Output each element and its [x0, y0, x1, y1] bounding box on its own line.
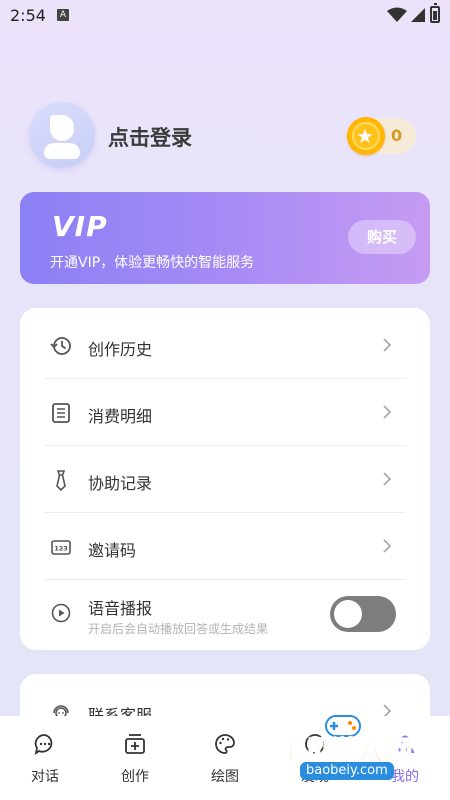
- menu-item-label: 邀请码: [88, 541, 137, 560]
- list-icon: [52, 403, 70, 423]
- coin-count: 0: [391, 126, 403, 145]
- avatar-head-shape: [50, 115, 74, 141]
- menu-item-invite-code[interactable]: 123 邀请码: [20, 512, 430, 579]
- login-link[interactable]: 点击登录: [108, 122, 192, 152]
- menu-item-label: 协助记录: [88, 474, 153, 493]
- voice-broadcast-description: 开启后会自动播放回答或生成结果: [88, 622, 269, 636]
- chevron-right-icon: [383, 539, 392, 553]
- vip-logo: VIP: [52, 210, 108, 243]
- create-icon: [125, 734, 145, 754]
- menu-item-consumption[interactable]: 消费明细: [20, 378, 430, 445]
- buy-button[interactable]: 购买: [348, 220, 416, 254]
- chevron-right-icon: [383, 472, 392, 486]
- battery-icon: [430, 3, 440, 23]
- watermark-url: baobeiy.com: [300, 762, 394, 780]
- menu-item-assist-records[interactable]: 协助记录: [20, 445, 430, 512]
- avatar[interactable]: [29, 102, 95, 168]
- code-icon: 123: [51, 540, 71, 555]
- signal-icon: [411, 8, 425, 22]
- toggle-knob: [334, 600, 362, 628]
- menu-item-creation-history[interactable]: 创作历史: [20, 311, 430, 378]
- vip-banner[interactable]: VIP 开通VIP，体验更畅快的智能服务 购买: [20, 192, 430, 284]
- palette-icon: [215, 734, 235, 754]
- menu-item-label: 语音播报: [88, 599, 153, 618]
- status-bar: 2:54 A: [0, 0, 450, 32]
- tie-icon: [56, 470, 66, 491]
- nav-item-chat[interactable]: 对话: [0, 716, 90, 800]
- chevron-right-icon: [383, 405, 392, 419]
- voice-broadcast-toggle[interactable]: [330, 596, 396, 632]
- avatar-body-shape: [44, 143, 80, 159]
- menu-item-label: 创作历史: [88, 340, 153, 359]
- coin-icon: ★: [347, 117, 385, 155]
- notification-a-icon: A: [57, 9, 69, 21]
- menu-item-label: 消费明细: [88, 407, 153, 426]
- svg-text:123: 123: [54, 545, 68, 553]
- history-icon: [50, 337, 71, 355]
- status-time: 2:54: [10, 6, 46, 25]
- nav-label: 对话: [31, 769, 59, 785]
- nav-item-draw[interactable]: 绘图: [180, 716, 270, 800]
- chevron-right-icon: [383, 338, 392, 352]
- watermark: 宝贝游戏网 baobeiy.com: [270, 712, 430, 788]
- play-icon: [51, 603, 71, 623]
- menu-card: 创作历史 消费明细 协助记录 123 邀请码 语音播报 开启后会自动播放回答或生…: [20, 308, 430, 650]
- star-icon: ★: [356, 124, 374, 148]
- wifi-icon: [387, 7, 407, 22]
- nav-label: 绘图: [211, 769, 239, 785]
- chat-icon: [34, 734, 53, 755]
- nav-item-create[interactable]: 创作: [90, 716, 180, 800]
- nav-label: 创作: [121, 769, 149, 785]
- vip-description: 开通VIP，体验更畅快的智能服务: [50, 255, 255, 271]
